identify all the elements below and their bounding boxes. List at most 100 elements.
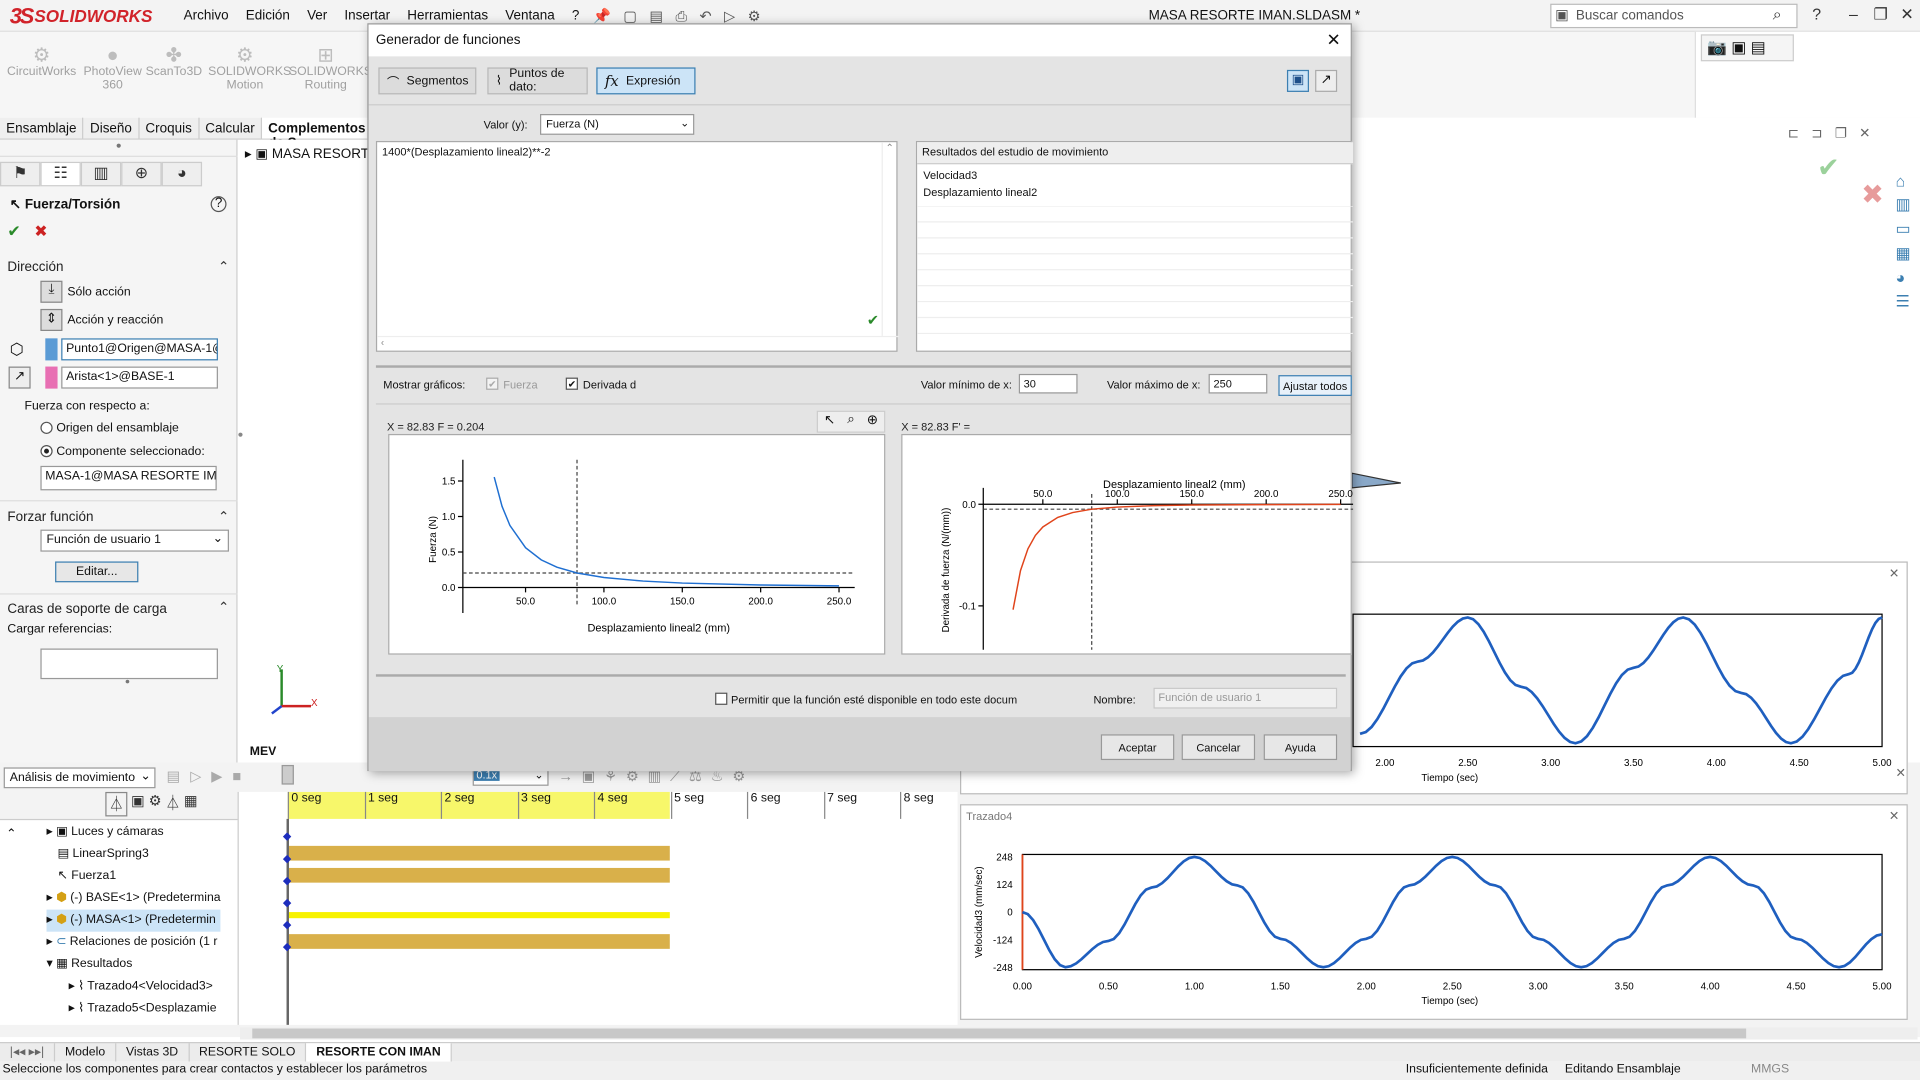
save-function-icon[interactable]: ▣ [1286,69,1309,92]
component-field[interactable]: MASA-1@MASA RESORTE IMAN [40,465,217,491]
list-item[interactable]: ▸ ▣ Luces y cámaras [47,821,221,843]
minimize-icon[interactable]: – [1849,5,1858,23]
expression-editor[interactable]: 1400*(Desplazamiento lineal2)**-2 ✔ ⌃ ‹ [375,140,899,352]
search-icon[interactable]: ⌕ [1773,5,1782,25]
xmax-input[interactable]: 250 [1208,373,1268,394]
pm-help-icon[interactable]: ? [210,196,227,213]
camera-tools[interactable]: 📷 ▣ ▤ [1700,34,1794,62]
routing-button[interactable]: ⊞ SOLIDWORKS Routing [289,46,372,92]
list-item[interactable]: ↖ Fuerza1 [47,865,221,887]
file-explorer-icon[interactable]: ▭ [1896,219,1920,239]
function-dropdown[interactable]: Función de usuario 1 ⌄ [40,529,229,552]
menu-archivo[interactable]: Archivo [184,9,229,24]
close-icon[interactable]: ✕ [1896,767,1906,780]
section-force-function[interactable]: Forzar función [7,510,93,525]
menu-herramientas[interactable]: Herramientas [407,9,488,24]
section-direction[interactable]: Dirección [7,260,63,275]
menu-edicion[interactable]: Edición [246,9,290,24]
confirm-corner-cancel-icon[interactable]: ✖ [1861,179,1884,211]
menu-ver[interactable]: Ver [307,9,327,24]
plot-window-trazado4[interactable]: Trazado4 ✕ 0.00 0.50 1.00 1.50 2.00 2.50 3.00 3… [960,804,1908,1020]
help-button[interactable]: Ayuda [1263,734,1338,761]
collapse-chevron-icon[interactable]: ⌃ [218,259,229,275]
xmin-input[interactable]: 30 [1018,373,1078,394]
close-icon[interactable]: ✕ [1900,5,1913,25]
tab-vistas-3d[interactable]: Vistas 3D [116,1043,190,1062]
fit-all-button[interactable]: Ajustar todos [1278,375,1352,396]
tab-data-points[interactable]: ⌇ Puntos de dato: [487,67,588,95]
list-item[interactable]: ▸ ⌇ Trazado5<Desplazamie [47,998,221,1020]
accept-button[interactable]: Aceptar [1100,734,1175,761]
zoom-icon[interactable]: ⊕ [867,412,878,432]
derivative-graph[interactable]: 50.0 100.0 150.0 200.0 250.0 0.0 -0.1 Desplazam… [901,433,1356,655]
zoom-fit-icon[interactable]: ⌕ [847,412,855,432]
list-item[interactable]: ▸ ⊂ Relaciones de posición (1 r [47,932,221,954]
action-only-label[interactable]: Sólo acción [67,286,130,299]
section-load-faces[interactable]: Caras de soporte de carga [7,602,166,617]
tab-croquis[interactable]: Croquis [139,117,200,139]
cancel-button[interactable]: Cancelar [1181,734,1256,761]
tab-diseno[interactable]: Diseño [84,117,140,139]
timeline-area[interactable] [237,791,958,1025]
result-item[interactable]: Velocidad3 [923,169,977,181]
display-manager-tab[interactable]: ◕ [161,161,203,187]
resize-dot[interactable]: ● [125,678,130,687]
edge-selection-field[interactable]: Arista<1>@BASE-1 [61,366,218,389]
list-item[interactable]: ▤ LinearSpring3 [47,843,221,865]
result-item[interactable]: Desplazamiento lineal2 [923,186,1037,198]
solidworks-logo[interactable]: 3S SOLIDWORKS [10,3,153,28]
value-dropdown[interactable]: Fuerza (N) ⌄ [540,114,695,135]
view-palette-icon[interactable]: ▦ [1896,244,1920,264]
direction-icon[interactable]: ↗ [8,366,31,389]
menu-ventana[interactable]: Ventana [505,9,554,24]
tab-nav-arrows[interactable]: |◂◂ ▸▸| [0,1043,56,1062]
component-radio[interactable] [40,445,53,458]
restore-icon[interactable]: ❐ [1873,5,1887,25]
collapse-chevron-icon[interactable]: ⌃ [218,599,229,616]
origin-radio[interactable] [40,421,53,434]
confirm-corner-check-icon[interactable]: ✔ [1817,152,1840,184]
custom-properties-icon[interactable]: ☰ [1896,292,1920,312]
feature-manager-tab[interactable]: ⚑ [0,161,41,187]
property-manager-tab[interactable]: ☷ [40,161,81,187]
playback-controls[interactable]: ▤▷▶■ [167,767,252,784]
menu-insertar[interactable]: Insertar [344,9,390,24]
scrollbar-thumb[interactable] [252,1028,1747,1039]
tab-expression[interactable]: fx Expresión [596,67,696,95]
search-input[interactable]: Buscar comandos [1576,9,1684,24]
horizontal-scrollbar[interactable]: ‹ [377,335,899,351]
panel-splitter[interactable]: ● [0,140,238,157]
list-item[interactable]: ▾ ▦ Resultados [47,954,221,976]
motion-button[interactable]: ⚙ SOLIDWORKS Motion [208,46,291,92]
list-item[interactable]: ▸ ⌇ Trazado4<Velocidad3> [47,976,221,998]
action-reaction-label[interactable]: Acción y reacción [67,314,163,327]
list-item[interactable]: ▸ ⬢ (-) MASA<1> (Predetermin [46,909,221,932]
tab-resorte-solo[interactable]: RESORTE SOLO [189,1043,307,1062]
component-label[interactable]: Componente seleccionado: [56,445,204,458]
tab-resorte-con-iman[interactable]: RESORTE CON IMAN [306,1043,452,1062]
force-graph[interactable]: 50.0 100.0 150.0 200.0 250.0 0.0 0.5 1.0 1.5 Desp… [388,433,886,655]
derivative-checkbox[interactable]: ✔ [565,377,578,390]
study-type-dropdown[interactable]: Análisis de movimiento ⌄ [3,767,156,789]
tab-segments[interactable]: ⌒ Segmentos [378,67,477,95]
dimxpert-tab[interactable]: ⊕ [121,161,162,187]
parts-library-icon[interactable]: ▥ [1896,195,1920,215]
tab-complementos[interactable]: Complementos de S [262,117,373,151]
scanto3d-button[interactable]: ✤ ScanTo3D [137,46,210,78]
config-manager-tab[interactable]: ▥ [80,161,122,187]
circuitworks-button[interactable]: ⚙ CircuitWorks [5,46,78,78]
load-refs-list[interactable] [40,648,218,680]
expression-text[interactable]: 1400*(Desplazamiento lineal2)**-2 [382,146,550,158]
collapse-chevron-icon[interactable]: ⌃ [218,509,229,525]
feature-tree-root[interactable]: ▸ ▣ MASA RESORTE [245,146,378,162]
help-icon[interactable]: ? [1812,5,1821,23]
list-item[interactable]: ▸ ⬢ (-) BASE<1> (Predetermina [47,888,221,910]
open-function-icon[interactable]: ↗ [1315,69,1338,92]
pm-cancel-icon[interactable]: ✖ [34,222,47,242]
function-name-input[interactable]: Función de usuario 1 [1153,687,1338,709]
force-checkbox[interactable]: ✔ [486,377,499,390]
time-slider-thumb[interactable] [281,764,294,785]
units-status[interactable]: MMGS [1751,1063,1789,1076]
action-reaction-icon[interactable]: ⇕ [40,308,63,331]
vertical-scrollbar[interactable]: ⌃ [881,142,897,336]
